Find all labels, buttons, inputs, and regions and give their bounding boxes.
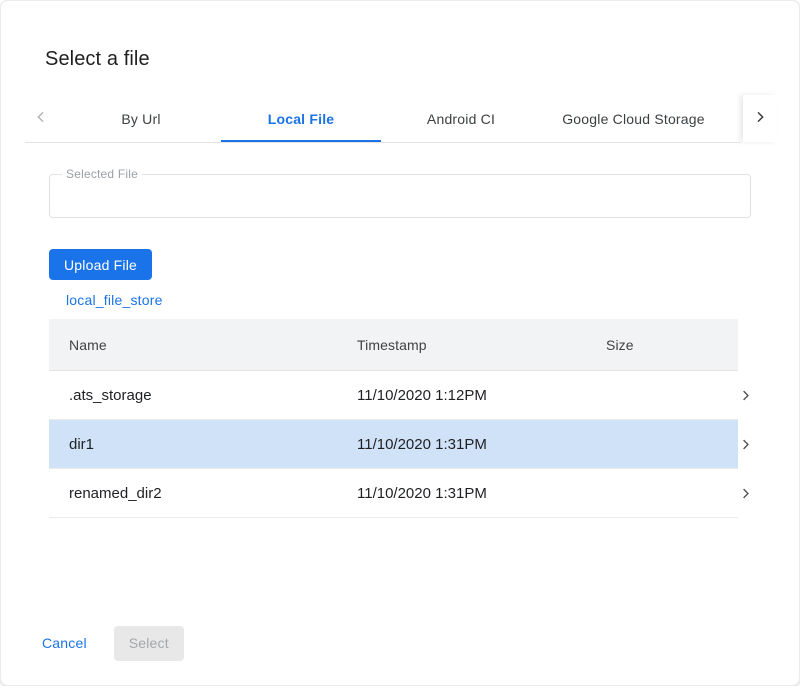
select-file-dialog: Select a file By Url Local File Android … (0, 0, 800, 686)
cancel-button[interactable]: Cancel (33, 627, 96, 659)
table-row[interactable]: .ats_storage 11/10/2020 1:12PM (49, 371, 738, 420)
cell-name: .ats_storage (49, 387, 357, 404)
selected-file-input[interactable] (50, 175, 750, 217)
chevron-right-icon (736, 437, 753, 452)
table-row[interactable]: renamed_dir2 11/10/2020 1:31PM (49, 469, 738, 518)
dialog-actions: Cancel Select (33, 625, 184, 661)
tab-list: By Url Local File Android CI Google Clou… (61, 95, 726, 142)
page-title: Select a file (45, 48, 150, 71)
cell-timestamp: 11/10/2020 1:12PM (357, 387, 606, 404)
tab-by-url[interactable]: By Url (61, 95, 221, 142)
tabs-scroll-right-button[interactable] (743, 95, 777, 142)
cell-timestamp: 11/10/2020 1:31PM (357, 485, 606, 502)
table-header-row: Name Timestamp Size (49, 319, 738, 371)
chevron-right-icon (752, 109, 768, 128)
column-header-name: Name (49, 337, 357, 353)
chevron-left-icon (33, 109, 49, 128)
column-header-size: Size (606, 337, 738, 353)
upload-file-button[interactable]: Upload File (49, 249, 152, 280)
cell-timestamp: 11/10/2020 1:31PM (357, 436, 606, 453)
tab-google-cloud-storage[interactable]: Google Cloud Storage (541, 95, 726, 142)
cell-name: dir1 (49, 436, 357, 453)
tabbar-divider (25, 142, 741, 143)
file-table: Name Timestamp Size .ats_storage 11/10/2… (49, 319, 738, 518)
tab-android-ci[interactable]: Android CI (381, 95, 541, 142)
tab-local-file[interactable]: Local File (221, 95, 381, 142)
selected-file-field: Selected File (49, 174, 751, 218)
tab-bar: By Url Local File Android CI Google Clou… (1, 95, 799, 143)
select-button[interactable]: Select (114, 626, 184, 661)
selected-file-label: Selected File (62, 167, 142, 181)
local-file-store-link[interactable]: local_file_store (66, 292, 163, 308)
column-header-timestamp: Timestamp (357, 337, 606, 353)
tabs-scroll-left-button[interactable] (25, 95, 57, 142)
cell-name: renamed_dir2 (49, 485, 357, 502)
chevron-right-icon (736, 486, 753, 501)
chevron-right-icon (736, 388, 753, 403)
table-row[interactable]: dir1 11/10/2020 1:31PM (49, 420, 738, 469)
